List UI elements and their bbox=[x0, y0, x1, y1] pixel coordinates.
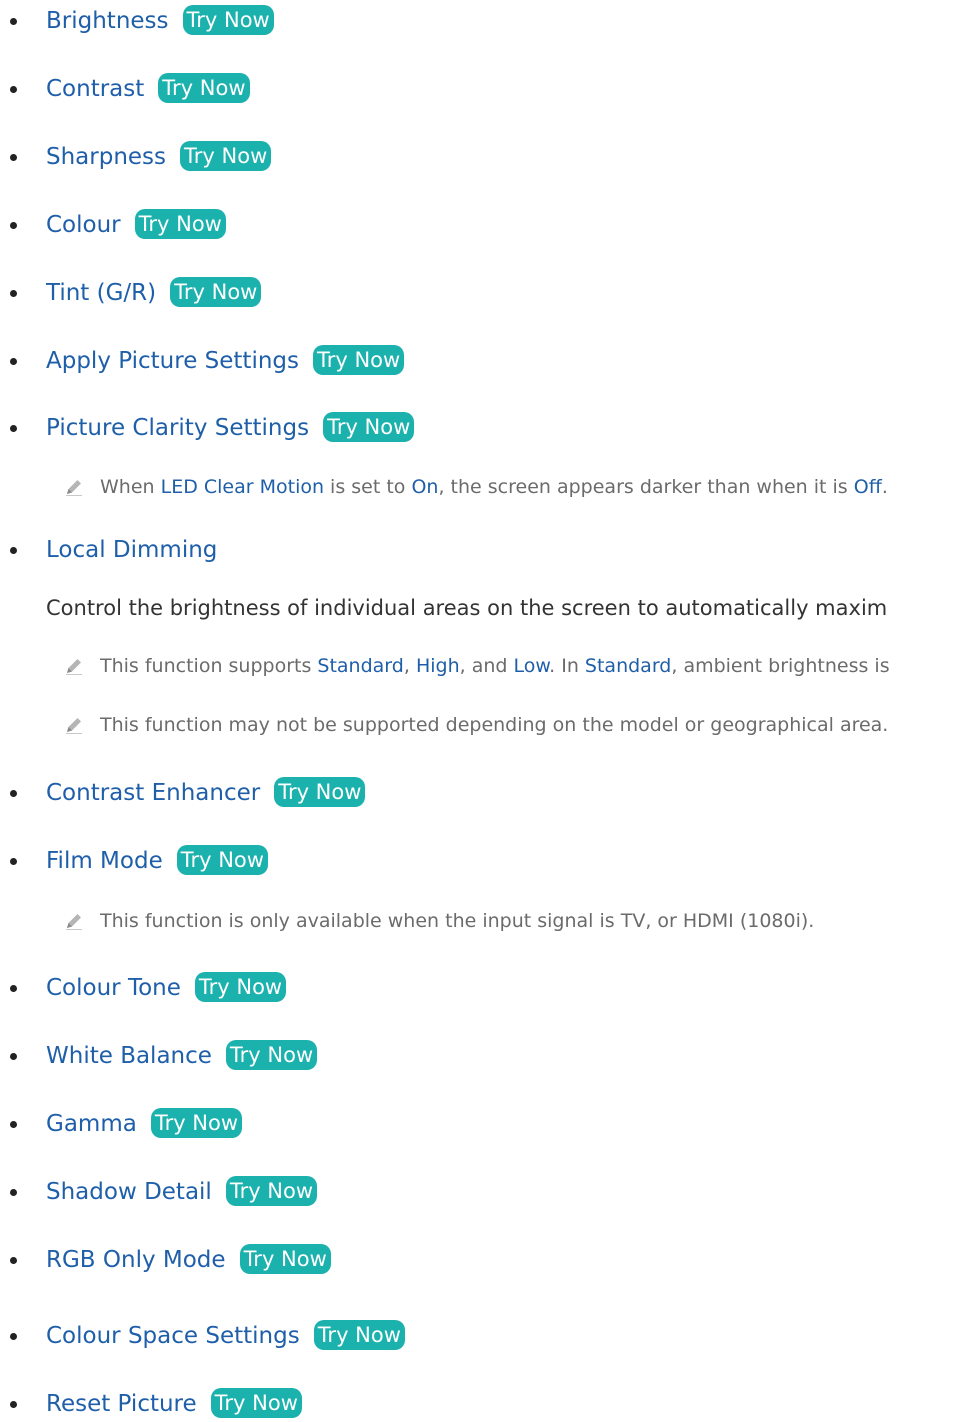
item-title: Apply Picture Settings Try Now bbox=[46, 343, 405, 379]
pencil-icon bbox=[66, 659, 82, 675]
item-title-text: Contrast Enhancer bbox=[46, 780, 261, 806]
note-fragment: . bbox=[881, 476, 888, 498]
note-highlight: Standard bbox=[317, 655, 404, 677]
item-title-text: Reset Picture bbox=[46, 1391, 197, 1417]
bullet bbox=[10, 18, 17, 25]
note-fragment: This function supports bbox=[100, 655, 318, 677]
bullet bbox=[10, 154, 17, 161]
note-text: This function supports Standard, High, a… bbox=[100, 648, 890, 684]
item-title: Reset Picture Try Now bbox=[46, 1386, 302, 1422]
try-now-button[interactable]: Try Now bbox=[134, 208, 226, 239]
note-highlight: Standard bbox=[584, 655, 672, 677]
item-title: Local Dimming bbox=[46, 537, 218, 563]
try-now-button[interactable]: Try Now bbox=[225, 1039, 318, 1070]
item-title: Contrast Try Now bbox=[46, 71, 250, 107]
item-title-text: Contrast bbox=[46, 76, 145, 102]
try-now-button[interactable]: Try Now bbox=[158, 72, 250, 103]
item-title: Sharpness Try Now bbox=[46, 139, 272, 175]
item-title: Contrast Enhancer Try Now bbox=[46, 775, 366, 811]
try-now-button[interactable]: Try Now bbox=[323, 411, 415, 442]
note-fragment: When bbox=[100, 476, 161, 498]
item-title-text: Apply Picture Settings bbox=[46, 348, 299, 374]
item-title: Tint (G/R) Try Now bbox=[46, 275, 262, 311]
pencil-icon bbox=[66, 718, 82, 734]
note-fragment: , ambient brightness is bbox=[671, 655, 890, 677]
item-title-text: White Balance bbox=[46, 1043, 212, 1069]
try-now-button[interactable]: Try Now bbox=[176, 844, 268, 875]
bullet bbox=[10, 290, 17, 297]
try-now-button[interactable]: Try Now bbox=[180, 140, 272, 171]
try-now-button[interactable]: Try Now bbox=[194, 971, 287, 1002]
item-title-text: Colour Tone bbox=[46, 975, 181, 1001]
note-highlight: LED Clear Motion bbox=[160, 476, 325, 498]
note-text: This function is only available when the… bbox=[100, 910, 815, 932]
note-highlight: Off bbox=[853, 476, 882, 498]
bullet bbox=[10, 858, 17, 865]
item-title-text: Picture Clarity Settings bbox=[46, 415, 310, 441]
bullet bbox=[10, 425, 17, 432]
item-title-text: Gamma bbox=[46, 1111, 137, 1137]
try-now-button[interactable]: Try Now bbox=[313, 344, 405, 375]
description-text: Control the brightness of individual are… bbox=[46, 596, 888, 620]
item-title-text: Sharpness bbox=[46, 144, 167, 170]
try-now-button[interactable]: Try Now bbox=[239, 1243, 331, 1274]
note-highlight: On bbox=[411, 476, 439, 498]
bullet bbox=[10, 547, 17, 554]
item-title: RGB Only Mode Try Now bbox=[46, 1242, 331, 1278]
item-title: Colour Tone Try Now bbox=[46, 970, 287, 1006]
bullet bbox=[10, 358, 17, 365]
try-now-button[interactable]: Try Now bbox=[182, 4, 274, 35]
try-now-button[interactable]: Try Now bbox=[274, 776, 366, 807]
item-title: Brightness Try Now bbox=[46, 3, 274, 39]
note-fragment: is set to bbox=[324, 476, 412, 498]
bullet bbox=[10, 790, 17, 797]
bullet bbox=[10, 1053, 17, 1060]
item-title: Colour Try Now bbox=[46, 207, 226, 243]
item-title-text: Colour bbox=[46, 212, 121, 238]
note-highlight: High bbox=[415, 655, 460, 677]
item-title: Colour Space Settings Try Now bbox=[46, 1318, 405, 1354]
bullet bbox=[10, 985, 17, 992]
try-now-button[interactable]: Try Now bbox=[210, 1387, 302, 1418]
item-title: Gamma Try Now bbox=[46, 1106, 243, 1142]
try-now-button[interactable]: Try Now bbox=[150, 1107, 243, 1138]
bullet bbox=[10, 1257, 17, 1264]
item-title-text: Colour Space Settings bbox=[46, 1323, 300, 1349]
item-title-text: RGB Only Mode bbox=[46, 1247, 226, 1273]
bullet bbox=[10, 1189, 17, 1196]
item-title: Shadow Detail Try Now bbox=[46, 1174, 318, 1210]
note-fragment: . In bbox=[549, 655, 585, 677]
note-fragment: , the screen appears darker than when it… bbox=[438, 476, 854, 498]
item-title: Film Mode Try Now bbox=[46, 843, 268, 879]
item-title-text: Shadow Detail bbox=[46, 1179, 212, 1205]
bullet bbox=[10, 222, 17, 229]
pencil-icon bbox=[66, 914, 82, 930]
pencil-icon bbox=[66, 480, 82, 496]
item-title: Picture Clarity Settings Try Now bbox=[46, 410, 415, 446]
item-title-text: Tint (G/R) bbox=[46, 280, 157, 306]
note-fragment: , and bbox=[459, 655, 514, 677]
note-text: When LED Clear Motion is set to On, the … bbox=[100, 469, 888, 505]
note-highlight: Low bbox=[513, 655, 550, 677]
item-title-text: Film Mode bbox=[46, 848, 163, 874]
bullet bbox=[10, 1401, 17, 1408]
item-title: White Balance Try Now bbox=[46, 1038, 318, 1074]
try-now-button[interactable]: Try Now bbox=[225, 1175, 318, 1206]
note-text: This function may not be supported depen… bbox=[100, 714, 889, 736]
try-now-button[interactable]: Try Now bbox=[170, 276, 262, 307]
item-title-text: Brightness bbox=[46, 8, 169, 34]
try-now-button[interactable]: Try Now bbox=[313, 1319, 405, 1350]
bullet bbox=[10, 1333, 17, 1340]
bullet bbox=[10, 1121, 17, 1128]
bullet bbox=[10, 86, 17, 93]
note-fragment: , bbox=[403, 655, 416, 677]
